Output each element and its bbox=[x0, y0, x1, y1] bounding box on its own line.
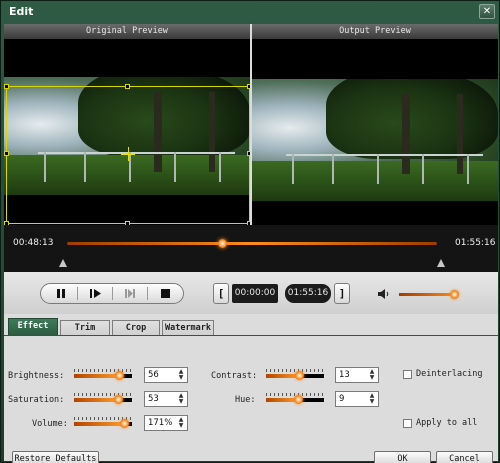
saturation-spinbox[interactable]: 53 ▲ ▼ bbox=[144, 391, 188, 407]
end-marker[interactable] bbox=[437, 259, 445, 267]
crop-handle[interactable] bbox=[4, 84, 9, 89]
spin-arrows-icon[interactable]: ▲ ▼ bbox=[176, 393, 186, 405]
next-frame-button[interactable] bbox=[116, 286, 144, 301]
tab-effect[interactable]: Effect bbox=[8, 318, 58, 336]
hue-slider[interactable] bbox=[266, 393, 324, 404]
crop-handle[interactable] bbox=[4, 151, 9, 156]
speaker-icon[interactable] bbox=[377, 287, 391, 301]
timeline: 00:48:13 01:55:16 bbox=[4, 225, 498, 272]
pause-icon bbox=[57, 289, 65, 298]
apply-to-all-checkbox[interactable] bbox=[403, 419, 412, 428]
output-preview-pane bbox=[252, 39, 498, 225]
crop-handle[interactable] bbox=[125, 84, 130, 89]
hue-knob[interactable] bbox=[294, 395, 303, 404]
original-preview-pane[interactable] bbox=[4, 39, 250, 225]
brightness-knob[interactable] bbox=[115, 371, 124, 380]
start-marker[interactable] bbox=[59, 259, 67, 267]
hue-spinbox[interactable]: 9 ▲ ▼ bbox=[335, 391, 379, 407]
set-end-button[interactable]: ] bbox=[334, 283, 350, 304]
stop-button[interactable] bbox=[151, 286, 179, 301]
original-preview-header: Original Preview bbox=[4, 24, 250, 39]
tab-watermark[interactable]: Watermark bbox=[162, 320, 214, 336]
hue-value: 9 bbox=[339, 394, 345, 404]
volume-slider[interactable] bbox=[399, 290, 460, 299]
brightness-value: 56 bbox=[148, 370, 159, 380]
contrast-knob[interactable] bbox=[295, 371, 304, 380]
next-frame-icon bbox=[125, 289, 135, 298]
volume-knob[interactable] bbox=[450, 290, 460, 299]
saturation-label: Saturation: bbox=[8, 395, 65, 405]
trim-range: [ 00:00:00 01:55:16 ] bbox=[213, 283, 350, 304]
contrast-slider[interactable] bbox=[266, 369, 324, 380]
spin-arrows-icon[interactable]: ▲ ▼ bbox=[176, 417, 186, 429]
tab-trim[interactable]: Trim bbox=[60, 320, 110, 336]
contrast-value: 13 bbox=[339, 370, 350, 380]
range-end-time[interactable]: 01:55:16 bbox=[285, 284, 331, 303]
seek-thumb[interactable] bbox=[218, 239, 228, 248]
current-time: 00:48:13 bbox=[13, 238, 54, 248]
volume-value: 171% bbox=[148, 418, 173, 428]
volume-effect-slider[interactable] bbox=[74, 417, 132, 428]
set-start-button[interactable]: [ bbox=[213, 283, 229, 304]
play-frame-icon bbox=[90, 289, 101, 298]
output-video-frame bbox=[252, 79, 498, 201]
range-start-time[interactable]: 00:00:00 bbox=[232, 284, 278, 303]
volume-effect-knob[interactable] bbox=[120, 419, 129, 428]
playback-button-group bbox=[40, 283, 184, 304]
saturation-slider[interactable] bbox=[74, 393, 132, 404]
restore-defaults-button[interactable]: Restore Defaults bbox=[12, 451, 99, 463]
deinterlacing-label: Deinterlacing bbox=[416, 369, 483, 379]
effect-panel: Brightness: 56 ▲ ▼ Contrast: 13 ▲ ▼ Deinte… bbox=[4, 336, 498, 463]
tab-bar: Effect Trim Crop Watermark bbox=[4, 318, 498, 336]
brightness-spinbox[interactable]: 56 ▲ ▼ bbox=[144, 367, 188, 383]
apply-to-all-label: Apply to all bbox=[416, 418, 478, 428]
playback-controls: [ 00:00:00 01:55:16 ] bbox=[4, 272, 498, 314]
title-bar[interactable]: Edit ✕ bbox=[1, 1, 499, 23]
cancel-button[interactable]: Cancel bbox=[436, 451, 493, 463]
close-button[interactable]: ✕ bbox=[479, 4, 495, 19]
spin-arrows-icon[interactable]: ▲ ▼ bbox=[367, 393, 377, 405]
total-time: 01:55:16 bbox=[455, 238, 496, 248]
brightness-slider[interactable] bbox=[74, 369, 132, 380]
window-title: Edit bbox=[9, 5, 34, 18]
tab-crop[interactable]: Crop bbox=[112, 320, 160, 336]
output-preview-header: Output Preview bbox=[252, 24, 498, 39]
stop-icon bbox=[161, 289, 170, 298]
editor-content: Original Preview Output Preview 00:48:13… bbox=[4, 24, 498, 463]
hue-label: Hue: bbox=[235, 395, 256, 405]
volume-spinbox[interactable]: 171% ▲ ▼ bbox=[144, 415, 188, 431]
saturation-value: 53 bbox=[148, 394, 159, 404]
contrast-spinbox[interactable]: 13 ▲ ▼ bbox=[335, 367, 379, 383]
crop-handle[interactable] bbox=[247, 151, 250, 156]
saturation-knob[interactable] bbox=[114, 395, 123, 404]
ok-button[interactable]: OK bbox=[374, 451, 431, 463]
play-button[interactable] bbox=[81, 286, 109, 301]
crop-handle[interactable] bbox=[247, 84, 250, 89]
volume-label: Volume: bbox=[32, 419, 68, 429]
seek-bar[interactable] bbox=[67, 239, 437, 248]
spin-arrows-icon[interactable]: ▲ ▼ bbox=[367, 369, 377, 381]
contrast-label: Contrast: bbox=[211, 371, 258, 381]
deinterlacing-checkbox[interactable] bbox=[403, 370, 412, 379]
brightness-label: Brightness: bbox=[8, 371, 65, 381]
edit-window: Edit ✕ Original Preview Output Preview 0… bbox=[0, 0, 500, 463]
spin-arrows-icon[interactable]: ▲ ▼ bbox=[176, 369, 186, 381]
crop-frame[interactable] bbox=[4, 84, 250, 225]
crosshair-icon bbox=[128, 147, 129, 161]
pause-button[interactable] bbox=[47, 286, 75, 301]
